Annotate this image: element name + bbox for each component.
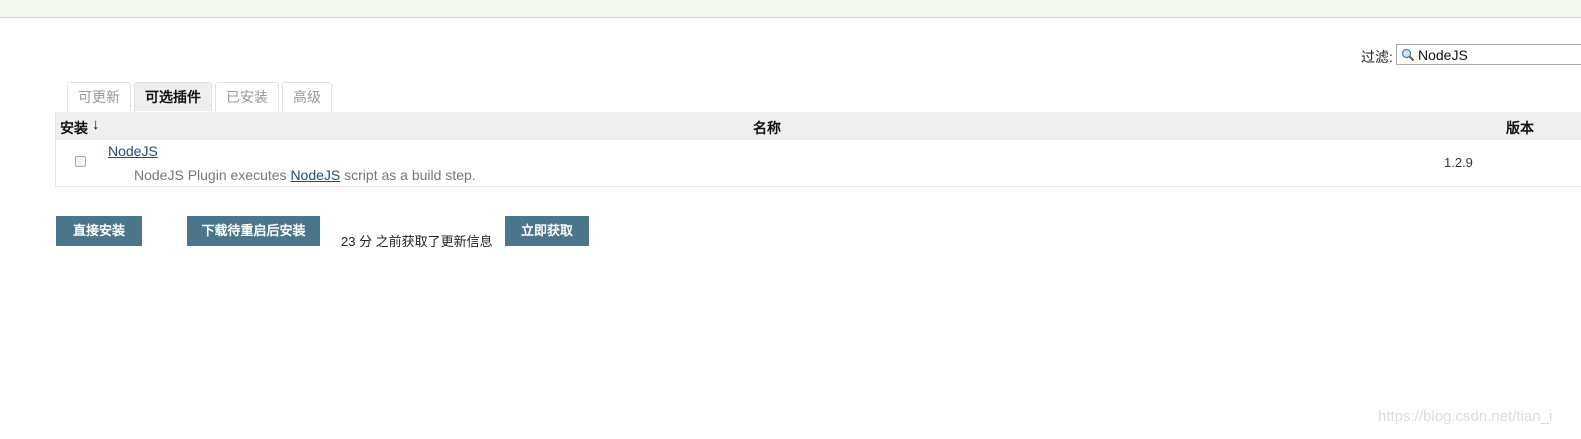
install-without-restart-button[interactable]: 直接安装 bbox=[56, 216, 142, 246]
tab-available[interactable]: 可选插件 bbox=[134, 82, 212, 111]
tab-installed[interactable]: 已安装 bbox=[215, 82, 279, 111]
plugin-version: 1.2.9 bbox=[1444, 155, 1473, 170]
plugin-name-link[interactable]: NodeJS bbox=[108, 143, 158, 159]
plugin-table: 安装 ↓ 名称 版本 NodeJS NodeJS Plugin executes… bbox=[55, 112, 1581, 187]
description-nodejs-link[interactable]: NodeJS bbox=[290, 167, 340, 183]
update-info-text: 23 分 之前获取了更新信息 bbox=[341, 234, 493, 249]
download-install-after-restart-button[interactable]: 下载待重启后安装 bbox=[187, 216, 320, 246]
search-icon bbox=[1401, 48, 1415, 62]
sort-arrow-icon[interactable]: ↓ bbox=[92, 116, 100, 133]
column-header-name[interactable]: 名称 bbox=[753, 118, 781, 138]
filter-label: 过滤: bbox=[1361, 49, 1393, 65]
watermark: https://blog.csdn.net/tian_i bbox=[1378, 408, 1553, 425]
plugin-description: NodeJS Plugin executes NodeJS script as … bbox=[134, 167, 476, 183]
check-now-button[interactable]: 立即获取 bbox=[505, 216, 589, 246]
install-checkbox[interactable] bbox=[75, 156, 86, 167]
top-bar bbox=[0, 0, 1581, 18]
plugin-tabs: 可更新 可选插件 已安装 高级 bbox=[67, 82, 335, 111]
tab-updates[interactable]: 可更新 bbox=[67, 82, 131, 111]
filter-input-box[interactable] bbox=[1396, 44, 1581, 65]
description-text-end: script as a build step. bbox=[340, 167, 476, 183]
description-text: NodeJS Plugin executes bbox=[134, 167, 291, 183]
column-header-install[interactable]: 安装 bbox=[60, 118, 88, 138]
filter-input[interactable] bbox=[1418, 46, 1568, 63]
table-header: 安装 ↓ 名称 版本 bbox=[56, 112, 1581, 140]
column-header-version[interactable]: 版本 bbox=[1506, 118, 1534, 138]
tab-advanced[interactable]: 高级 bbox=[282, 82, 332, 111]
